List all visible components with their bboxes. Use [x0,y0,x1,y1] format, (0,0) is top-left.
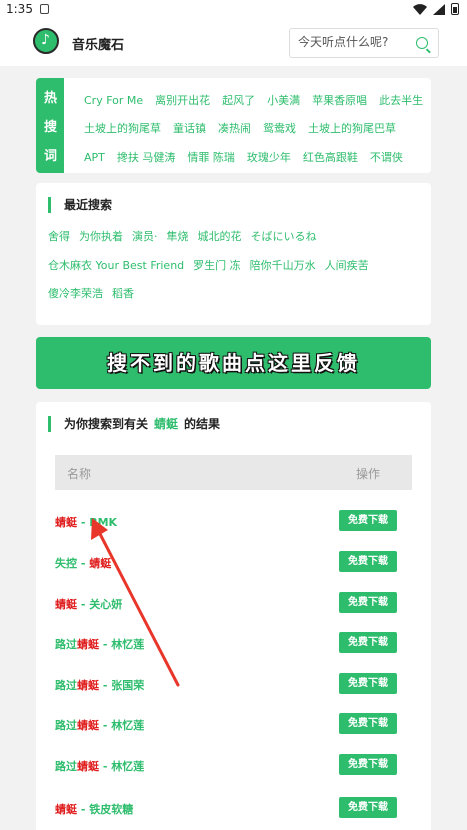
annotation-arrow-icon [91,518,180,687]
